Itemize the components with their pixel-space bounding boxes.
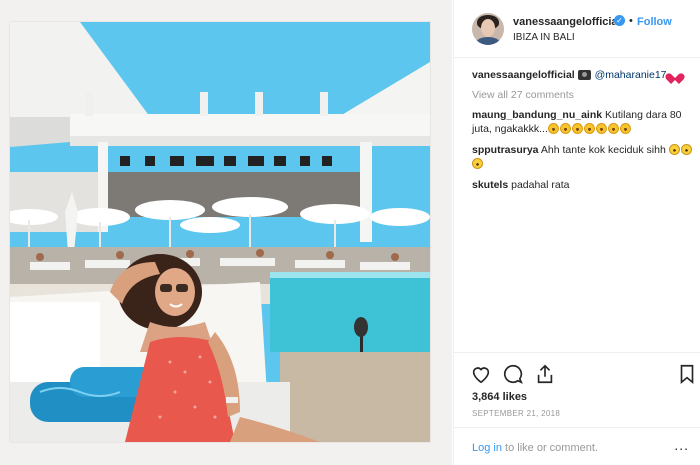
verified-badge-icon: ✓ [614, 15, 625, 26]
login-text: Log in to like or comment. [472, 442, 598, 454]
laughing-emoji-icon [559, 123, 571, 134]
heart-icon[interactable] [470, 363, 492, 385]
comment-item: maung_bandung_nu_aink Kutilang dara 80 j… [472, 108, 694, 136]
comments-section: vanessaangelofficial @maharanie17 View a… [472, 68, 694, 199]
camera-emoji-icon [577, 70, 591, 80]
post-sidebar: vanessaangelofficial ✓ • Follow IBIZA IN… [453, 0, 700, 465]
laughing-emoji-icon [619, 123, 631, 134]
photo-panel [0, 0, 452, 465]
location-link[interactable]: IBIZA IN BALI [513, 32, 575, 43]
follow-button[interactable]: Follow [637, 16, 672, 28]
avatar-face [481, 19, 495, 37]
view-all-comments-link[interactable]: View all 27 comments [472, 89, 694, 101]
comment-username[interactable]: skutels [472, 179, 508, 191]
joy-emoji-icon [680, 144, 692, 155]
laughing-emoji-icon [607, 123, 619, 134]
caption-username[interactable]: vanessaangelofficial [472, 69, 575, 81]
laughing-emoji-icon [547, 123, 559, 134]
post-photo[interactable] [10, 22, 430, 442]
login-prompt: Log in to like or comment. ... [454, 427, 700, 465]
share-icon[interactable] [534, 363, 556, 385]
login-link[interactable]: Log in [472, 442, 502, 454]
comment-text: padahal rata [511, 179, 570, 191]
avatar[interactable] [472, 13, 504, 45]
bookmark-icon[interactable] [676, 363, 698, 385]
caption-mention[interactable]: @maharanie17 [595, 69, 667, 81]
joy-emoji-icon [472, 158, 483, 169]
post-image [10, 22, 430, 442]
likes-count[interactable]: 3,864 likes [472, 391, 527, 403]
avatar-body [476, 37, 500, 45]
post-actions: 3,864 likes SEPTEMBER 21, 2018 Log in to… [454, 352, 700, 465]
joy-emoji-icon [668, 144, 680, 155]
laughing-emoji-icon [595, 123, 607, 134]
caption: vanessaangelofficial @maharanie17 [472, 68, 694, 82]
comment-username[interactable]: spputrasurya [472, 144, 539, 156]
post-date: SEPTEMBER 21, 2018 [472, 409, 561, 418]
laughing-emoji-icon [571, 123, 583, 134]
comment-item: spputrasurya Ahh tante kok keciduk sihh [472, 143, 694, 171]
comment-text: Ahh tante kok keciduk sihh [540, 144, 666, 156]
more-options-icon[interactable]: ... [674, 438, 689, 452]
post-header: vanessaangelofficial ✓ • Follow IBIZA IN… [454, 0, 700, 58]
comment-username[interactable]: maung_bandung_nu_aink [472, 109, 602, 121]
separator-dot: • [629, 15, 633, 27]
heart-emoji-icon [669, 69, 681, 80]
laughing-emoji-icon [583, 123, 595, 134]
comment-item: skutels padahal rata [472, 178, 694, 192]
header-username[interactable]: vanessaangelofficial [513, 16, 621, 28]
login-rest: to like or comment. [501, 442, 598, 454]
comment-bubble-icon[interactable] [502, 363, 524, 385]
